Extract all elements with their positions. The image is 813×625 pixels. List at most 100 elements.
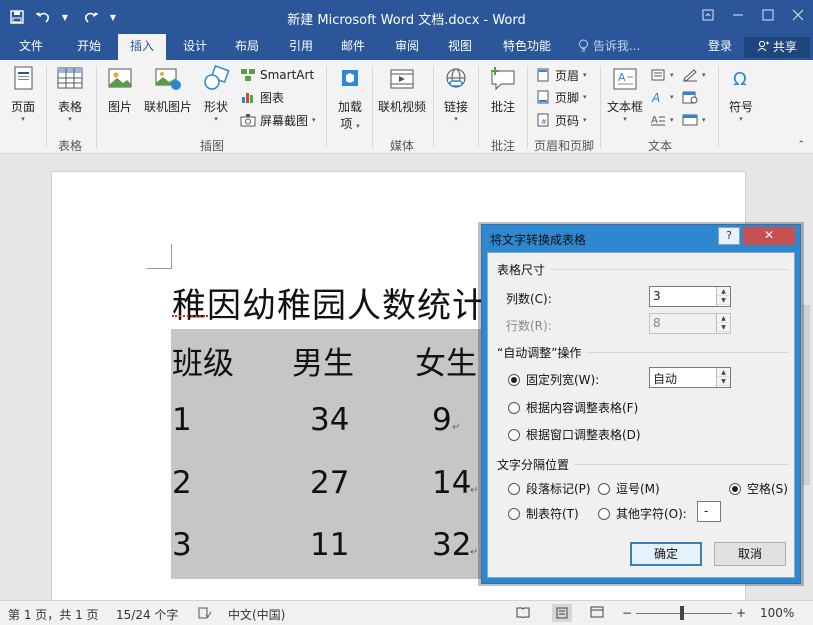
cell-text[interactable]: 2 bbox=[172, 465, 192, 501]
login-link[interactable]: 登录 bbox=[708, 34, 732, 60]
cell-text[interactable]: 班级 bbox=[172, 338, 234, 383]
sep-other-radio[interactable] bbox=[598, 508, 610, 520]
sep-comma-label[interactable]: 逗号(M) bbox=[616, 480, 660, 497]
picture-button[interactable]: 图片 bbox=[102, 64, 138, 115]
addins-label-line1: 加载 bbox=[337, 100, 362, 114]
maximize-icon[interactable] bbox=[753, 0, 783, 30]
autofit-window-label[interactable]: 根据窗口调整表格(D) bbox=[526, 426, 641, 443]
tab-review[interactable]: 审阅 bbox=[384, 34, 430, 60]
tell-me-box[interactable]: 告诉我... bbox=[578, 34, 640, 60]
sep-tab-label[interactable]: 制表符(T) bbox=[526, 505, 579, 522]
spin-up-icon[interactable]: ▲ bbox=[717, 287, 730, 296]
tab-mailings[interactable]: 邮件 bbox=[330, 34, 376, 60]
language-status[interactable]: 中文(中国) bbox=[228, 606, 285, 623]
cell-text[interactable]: 女生 bbox=[415, 338, 477, 383]
cell-text[interactable]: 32 bbox=[432, 527, 471, 563]
cell-text[interactable]: 男生 bbox=[292, 338, 354, 383]
sep-space-label[interactable]: 空格(S) bbox=[747, 480, 788, 497]
collapse-ribbon-icon[interactable]: ⌃ bbox=[797, 140, 805, 150]
cell-text[interactable]: 27 bbox=[310, 465, 349, 501]
close-window-icon[interactable] bbox=[783, 0, 813, 30]
smartart-button[interactable]: SmartArt bbox=[240, 65, 314, 85]
fixed-width-spinner[interactable]: 自动 ▲ ▼ bbox=[649, 367, 731, 388]
tab-references[interactable]: 引用 bbox=[278, 34, 324, 60]
ok-button[interactable]: 确定 bbox=[630, 542, 702, 566]
online-video-button[interactable]: 联机视频 bbox=[376, 64, 428, 115]
object-button[interactable]: ▾ bbox=[682, 110, 706, 130]
zoom-level[interactable]: 100% bbox=[760, 606, 794, 620]
document-heading[interactable]: 稚因幼稚园人数统计 bbox=[172, 278, 487, 327]
cell-text[interactable]: 1 bbox=[172, 402, 192, 438]
tab-file[interactable]: 文件 bbox=[8, 34, 54, 60]
screenshot-button[interactable]: 屏幕截图 ▾ bbox=[240, 110, 316, 130]
tab-home[interactable]: 开始 bbox=[64, 34, 114, 60]
quick-parts-button[interactable]: ▾ bbox=[650, 65, 674, 85]
tab-view[interactable]: 视图 bbox=[437, 34, 483, 60]
page-button[interactable]: 页面 ▾ bbox=[6, 64, 40, 123]
autofit-window-radio[interactable] bbox=[508, 429, 520, 441]
tab-design[interactable]: 设计 bbox=[172, 34, 218, 60]
sep-space-radio[interactable] bbox=[729, 483, 741, 495]
proofing-icon[interactable] bbox=[198, 606, 212, 623]
fixed-width-radio[interactable] bbox=[508, 374, 520, 386]
textbox-icon: A bbox=[610, 64, 640, 94]
zoom-in-icon[interactable]: + bbox=[736, 606, 746, 620]
zoom-out-icon[interactable]: − bbox=[622, 606, 632, 620]
signature-line-button[interactable]: ▾ bbox=[682, 65, 706, 85]
fixed-width-label[interactable]: 固定列宽(W): bbox=[526, 371, 599, 388]
comment-button[interactable]: 批注 bbox=[484, 64, 522, 115]
page-count-status[interactable]: 第 1 页，共 1 页 bbox=[8, 606, 99, 623]
sep-paragraph-radio[interactable] bbox=[508, 483, 520, 495]
textbox-button[interactable]: A 文本框 ▾ bbox=[605, 64, 645, 123]
tab-layout[interactable]: 布局 bbox=[224, 34, 270, 60]
zoom-slider-thumb[interactable] bbox=[680, 606, 684, 620]
word-count-status[interactable]: 15/24 个字 bbox=[116, 606, 178, 623]
dialog-close-button[interactable]: ✕ bbox=[743, 227, 795, 245]
symbol-button[interactable]: Ω 符号 ▾ bbox=[724, 64, 758, 123]
wordart-button[interactable]: A ▾ bbox=[650, 87, 674, 107]
tab-features[interactable]: 特色功能 bbox=[496, 34, 558, 60]
sep-tab-radio[interactable] bbox=[508, 508, 520, 520]
help-button[interactable]: ? bbox=[718, 227, 740, 245]
cancel-button[interactable]: 取消 bbox=[714, 542, 786, 566]
ribbon-display-icon[interactable] bbox=[693, 0, 723, 30]
autofit-content-radio[interactable] bbox=[508, 402, 520, 414]
web-layout-icon[interactable] bbox=[590, 606, 604, 621]
spin-down-icon[interactable]: ▼ bbox=[717, 296, 730, 305]
print-layout-icon[interactable] bbox=[552, 604, 572, 622]
minimize-icon[interactable] bbox=[723, 0, 753, 30]
datetime-button[interactable] bbox=[682, 87, 698, 107]
dialog-title-bar[interactable]: 将文字转换成表格 ? ✕ bbox=[482, 225, 800, 251]
wordart-icon: A bbox=[650, 90, 666, 105]
autofit-content-label[interactable]: 根据内容调整表格(F) bbox=[526, 399, 638, 416]
share-button[interactable]: 共享 bbox=[744, 37, 810, 58]
spin-up-icon[interactable]: ▲ bbox=[717, 368, 730, 377]
status-bar: 第 1 页，共 1 页 15/24 个字 中文(中国) − + 100% bbox=[0, 600, 813, 625]
sep-other-label[interactable]: 其他字符(O): bbox=[616, 505, 687, 522]
shapes-button[interactable]: 形状 ▾ bbox=[198, 64, 234, 123]
spin-down-icon[interactable]: ▼ bbox=[717, 377, 730, 386]
online-picture-button[interactable]: 联机图片 bbox=[142, 64, 194, 115]
group-tables-label: 表格 bbox=[57, 139, 82, 153]
zoom-slider[interactable] bbox=[636, 613, 732, 614]
page-number-button[interactable]: # 页码 ▾ bbox=[535, 110, 587, 130]
cell-text[interactable]: 9 bbox=[432, 402, 452, 438]
read-mode-icon[interactable] bbox=[516, 606, 530, 621]
columns-spinner[interactable]: 3 ▲ ▼ bbox=[649, 286, 731, 307]
ribbon-separator bbox=[96, 66, 97, 148]
sep-paragraph-label[interactable]: 段落标记(P) bbox=[526, 480, 591, 497]
cell-text[interactable]: 11 bbox=[310, 527, 349, 563]
cell-text[interactable]: 34 bbox=[310, 402, 349, 438]
table-button[interactable]: 表格 ▾ bbox=[52, 64, 88, 123]
header-button[interactable]: 页眉 ▾ bbox=[535, 65, 587, 85]
chart-button[interactable]: 图表 bbox=[240, 87, 284, 107]
link-button[interactable]: 链接 ▾ bbox=[438, 64, 474, 123]
dropcap-button[interactable]: A ▾ bbox=[650, 110, 674, 130]
footer-button[interactable]: 页脚 ▾ bbox=[535, 87, 587, 107]
tab-insert[interactable]: 插入 bbox=[118, 34, 166, 61]
addins-button[interactable]: 加载 项 ▾ bbox=[332, 64, 368, 132]
cell-text[interactable]: 3 bbox=[172, 527, 192, 563]
sep-comma-radio[interactable] bbox=[598, 483, 610, 495]
cell-text[interactable]: 14 bbox=[432, 465, 471, 501]
other-char-input[interactable]: - bbox=[697, 501, 721, 522]
